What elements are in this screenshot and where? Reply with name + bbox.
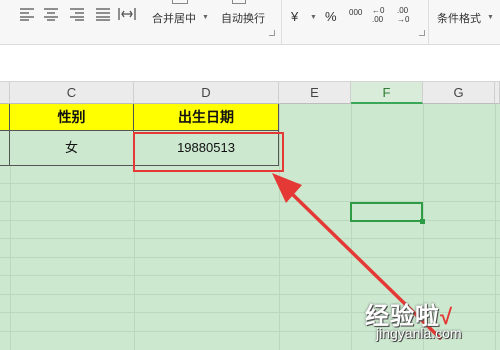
watermark-url: jingyanla.com <box>376 325 462 341</box>
